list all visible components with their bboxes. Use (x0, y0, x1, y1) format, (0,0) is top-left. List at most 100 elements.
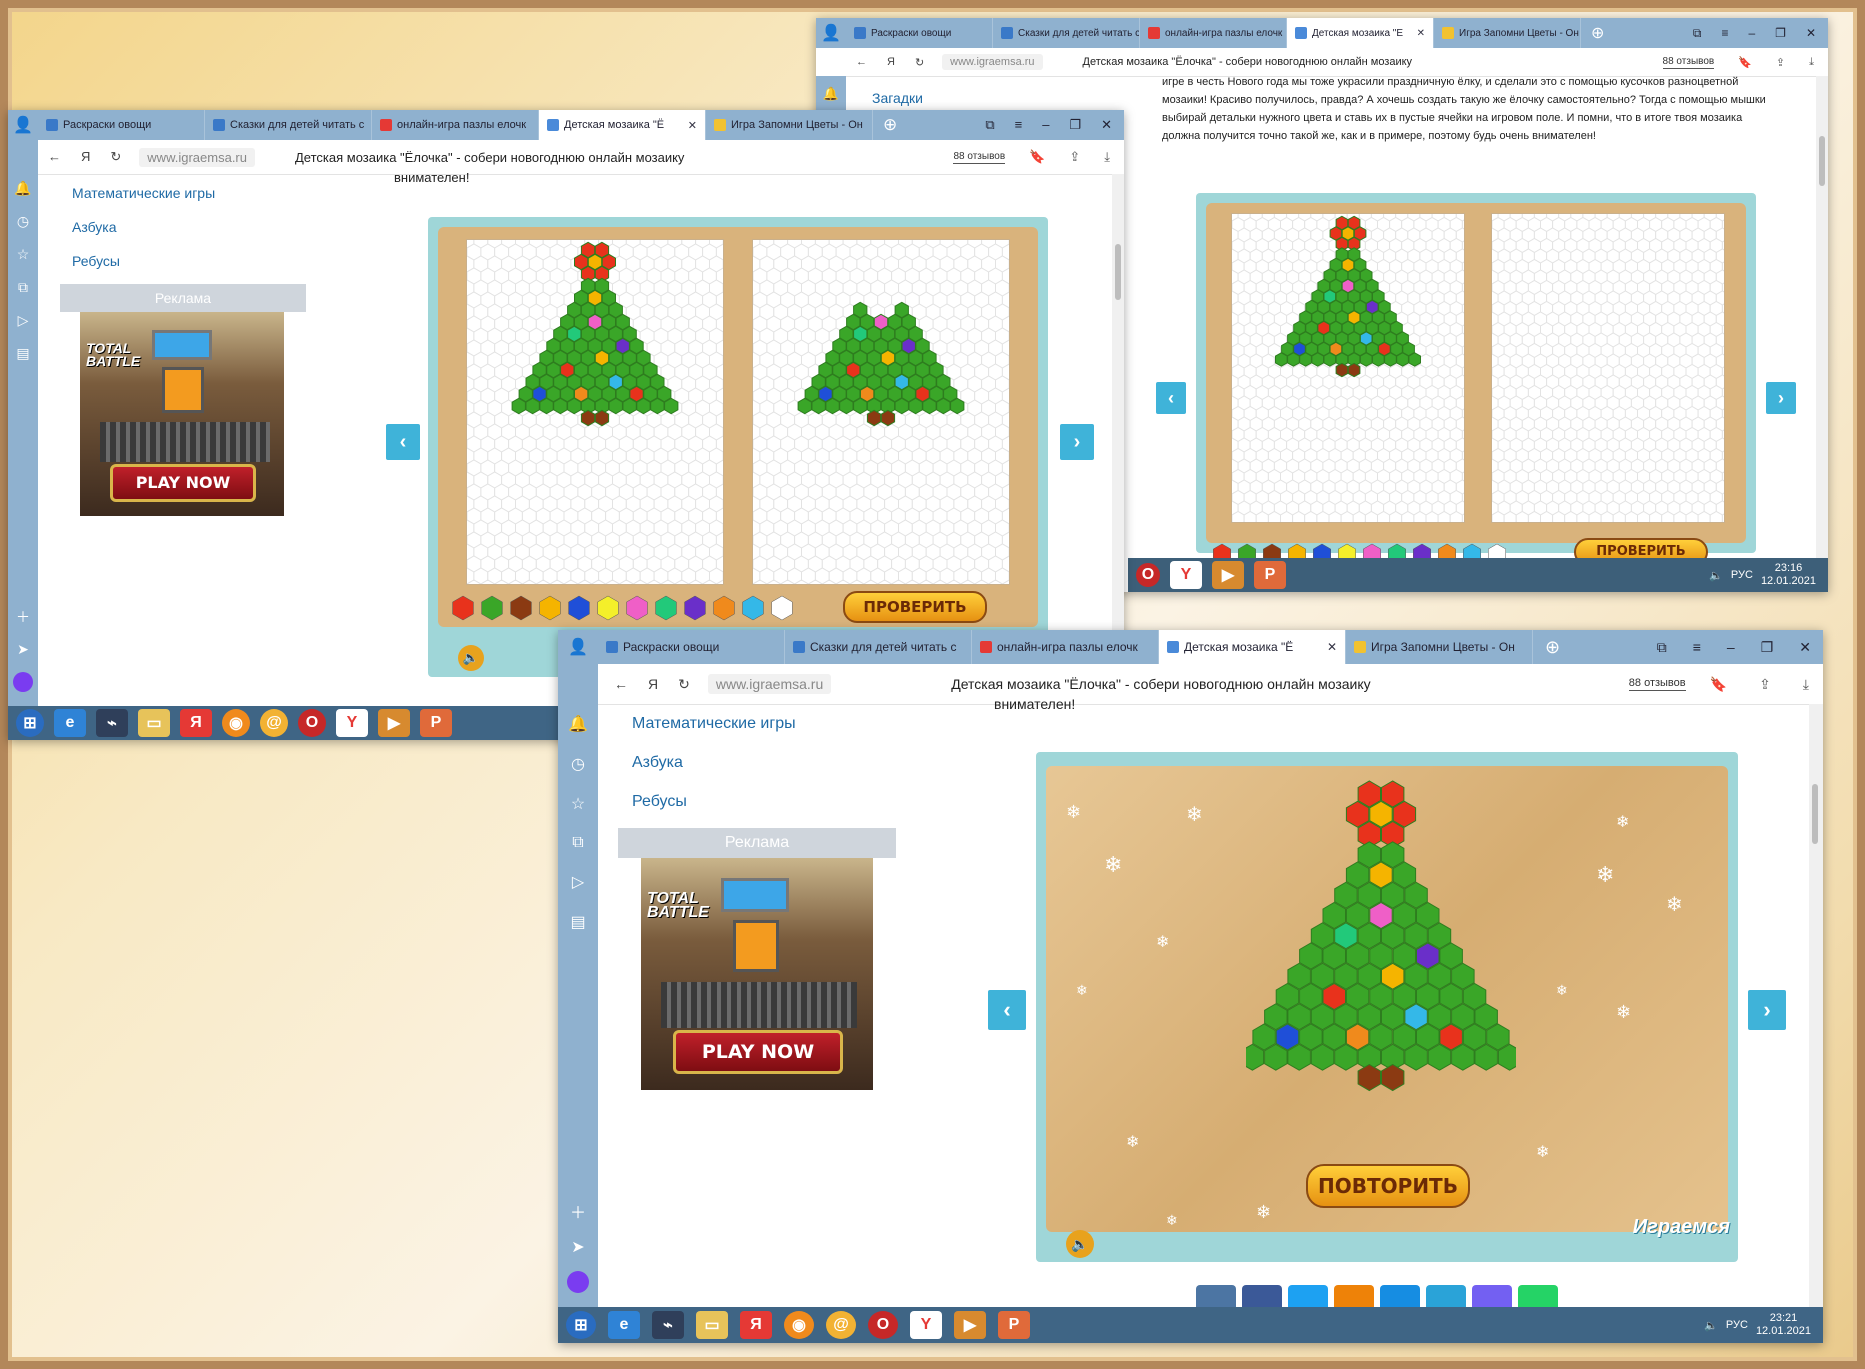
menu-icon[interactable]: ≡ (1721, 26, 1728, 41)
close-icon[interactable]: ✕ (1806, 26, 1816, 41)
menu-icon[interactable]: ≡ (1693, 639, 1701, 656)
mosaic-cell[interactable] (797, 397, 812, 415)
next-arrow[interactable]: › (1748, 990, 1786, 1030)
close-tab-icon[interactable]: ✕ (1417, 28, 1425, 39)
profile-icon[interactable]: 👤 (558, 637, 598, 657)
opera-icon[interactable]: O (1136, 563, 1160, 587)
volume-icon[interactable]: 🔈 (1709, 569, 1723, 582)
mail-icon[interactable]: @ (826, 1311, 856, 1339)
mosaic-cell[interactable] (1357, 1063, 1381, 1092)
mosaic-cell[interactable] (853, 397, 868, 415)
reload-icon[interactable]: ↻ (915, 56, 924, 69)
media-player-icon[interactable]: ▶ (954, 1311, 986, 1339)
yandex-browser-icon[interactable]: Y (910, 1311, 942, 1339)
opera-icon[interactable]: O (868, 1311, 898, 1339)
mosaic-cell[interactable] (1384, 352, 1397, 367)
tab[interactable]: Игра Запомни Цветы - Он (1346, 630, 1533, 664)
twitter-icon[interactable] (1288, 1285, 1328, 1307)
mosaic-cell[interactable] (622, 397, 637, 415)
collections-icon[interactable]: ⧉ (985, 117, 994, 133)
sound-icon[interactable]: 🔈 (1066, 1230, 1094, 1258)
powerpoint-icon[interactable]: P (1254, 561, 1286, 589)
messenger-icon[interactable]: ➤ (571, 1237, 584, 1257)
alice-icon[interactable] (567, 1271, 589, 1293)
ad-play-button[interactable]: PLAY NOW (673, 1030, 843, 1074)
menu-item[interactable]: Загадки (872, 90, 923, 106)
mosaic-cell[interactable] (825, 397, 840, 415)
clock[interactable]: 23:21 12.01.2021 (1756, 1312, 1811, 1338)
yandex-icon[interactable]: Я (740, 1311, 772, 1339)
share-icon[interactable]: ⇪ (1759, 676, 1771, 693)
back-icon[interactable]: ← (614, 676, 628, 693)
mail-ru-icon[interactable] (1380, 1285, 1420, 1307)
tab[interactable]: Раскраски овощи (598, 630, 785, 664)
mosaic-cell[interactable] (1335, 362, 1349, 378)
mosaic-cell[interactable] (1287, 352, 1300, 367)
ie-icon[interactable]: e (54, 709, 86, 737)
mosaic-cell[interactable] (839, 397, 854, 415)
messenger-icon[interactable]: ➤ (17, 641, 29, 658)
tab[interactable]: Сказки для детей читать с (785, 630, 972, 664)
mosaic-cell[interactable] (908, 397, 923, 415)
back-icon[interactable]: ← (48, 149, 61, 165)
menu-item[interactable]: Азбука (72, 210, 215, 244)
close-tab-icon[interactable]: ✕ (1327, 640, 1337, 654)
palette-swatch[interactable] (537, 595, 563, 621)
reload-icon[interactable]: ↻ (110, 149, 121, 165)
profile-icon[interactable]: 👤 (816, 23, 846, 43)
yandex-browser-icon[interactable]: Y (1170, 561, 1202, 589)
new-tab-icon[interactable]: ⊕ (1581, 23, 1614, 43)
notes-icon[interactable]: ▤ (16, 345, 29, 362)
scrollbar[interactable] (1809, 704, 1823, 1307)
restore-icon[interactable]: ❐ (1761, 639, 1774, 656)
yandex-browser-icon[interactable]: Y (336, 709, 368, 737)
opera-icon[interactable]: O (298, 709, 326, 737)
mosaic-cell[interactable] (866, 409, 882, 427)
powerpoint-icon[interactable]: P (998, 1311, 1030, 1339)
media-player-icon[interactable]: ▶ (1212, 561, 1244, 589)
next-arrow[interactable]: › (1766, 382, 1796, 414)
ad-banner[interactable]: TOTAL BATTLE PLAY NOW (641, 858, 873, 1090)
tabs-icon[interactable]: ⧉ (18, 279, 28, 296)
mosaic-cell[interactable] (594, 409, 610, 427)
mosaic-cell[interactable] (525, 397, 540, 415)
check-button[interactable]: ПРОВЕРИТЬ (843, 591, 987, 623)
star-icon[interactable]: ☆ (571, 794, 585, 814)
mosaic-cell[interactable] (950, 397, 965, 415)
restore-icon[interactable]: ❐ (1775, 26, 1786, 41)
close-icon[interactable]: ✕ (1799, 639, 1811, 656)
vk-icon[interactable] (1196, 1285, 1236, 1307)
reviews-link[interactable]: 88 отзывов (1662, 56, 1715, 69)
start-icon[interactable]: ⊞ (16, 709, 44, 737)
download-icon[interactable]: ⤓ (1809, 56, 1814, 69)
menu-item[interactable]: Азбука (632, 743, 796, 782)
scrollbar[interactable] (1816, 76, 1828, 572)
ad-play-button[interactable]: PLAY NOW (110, 464, 256, 502)
menu-item[interactable]: Ребусы (632, 782, 796, 821)
download-icon[interactable]: ⤓ (1803, 676, 1809, 693)
notes-icon[interactable]: ▤ (570, 912, 585, 932)
download-icon[interactable]: ⤓ (1104, 149, 1110, 165)
menu-item[interactable]: Ребусы (72, 244, 215, 278)
mosaic-cell[interactable] (1299, 352, 1312, 367)
palette-swatch[interactable] (769, 595, 795, 621)
mosaic-cell[interactable] (936, 397, 951, 415)
palette-swatch[interactable] (624, 595, 650, 621)
mosaic-cell[interactable] (608, 397, 623, 415)
tab-active[interactable]: Детская мозаика "Е ✕ (1287, 18, 1434, 48)
palette-swatch[interactable] (682, 595, 708, 621)
firefox-icon[interactable]: ◉ (222, 709, 250, 737)
ad-banner[interactable]: TOTAL BATTLE PLAY NOW (80, 312, 284, 516)
yandex-icon[interactable]: Я (887, 56, 895, 69)
mosaic-cell[interactable] (1396, 352, 1409, 367)
tab[interactable]: онлайн-игра пазлы елочк (1140, 18, 1287, 48)
collections-icon[interactable]: ⧉ (1657, 639, 1667, 656)
mosaic-cell[interactable] (1359, 352, 1373, 367)
collections-icon[interactable]: ⧉ (1693, 26, 1702, 41)
whatsapp-icon[interactable] (1518, 1285, 1558, 1307)
bookmark-icon[interactable]: 🔖 (1029, 149, 1045, 165)
minimize-icon[interactable]: – (1748, 26, 1755, 41)
url-field[interactable]: www.igraemsa.ru (707, 674, 832, 694)
tab[interactable]: Сказки для детей читать с (993, 18, 1140, 48)
app-icon[interactable]: ⌁ (96, 709, 128, 737)
